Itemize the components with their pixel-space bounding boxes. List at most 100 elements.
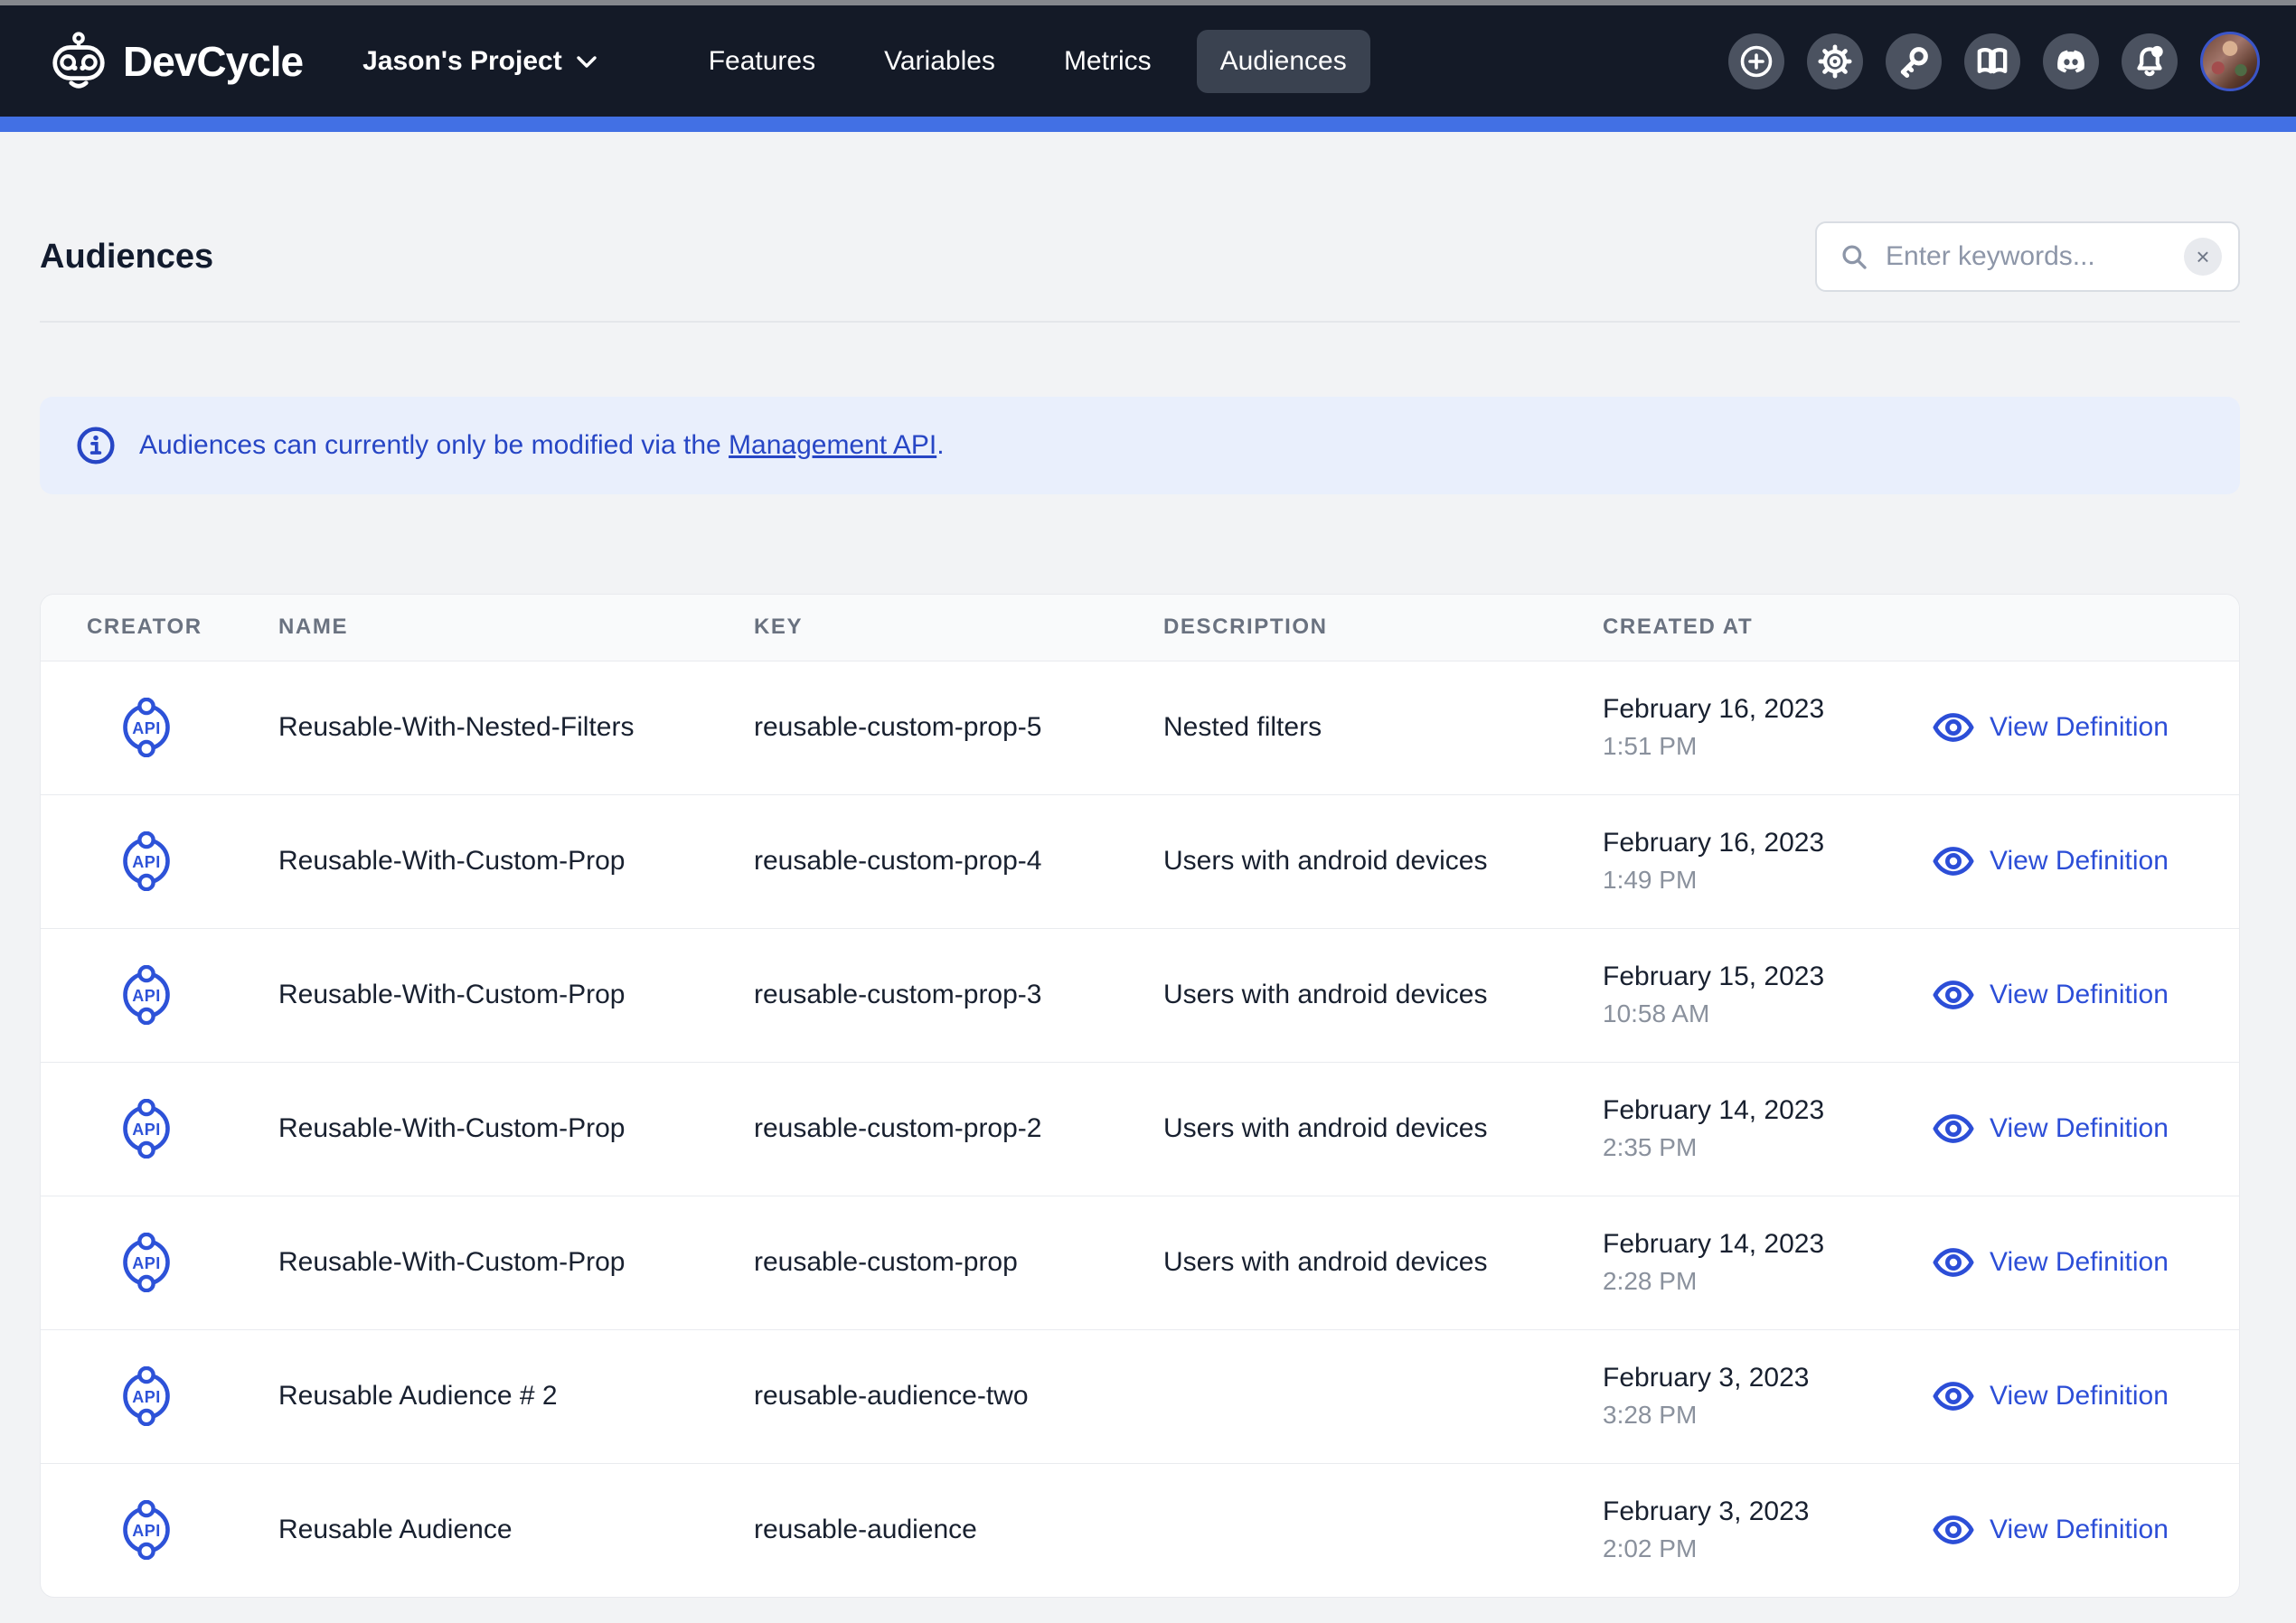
view-definition-button[interactable]: View Definition: [1894, 1113, 2240, 1144]
creator-cell: API: [41, 1062, 278, 1196]
created-time: 2:35 PM: [1603, 1133, 1894, 1162]
info-icon: [76, 426, 116, 465]
column-header-description: DESCRIPTION: [1163, 595, 1603, 661]
tab-features[interactable]: Features: [685, 30, 839, 93]
api-keys-button[interactable]: [1886, 33, 1942, 89]
search-box: ×: [1815, 221, 2240, 292]
view-definition-label: View Definition: [1990, 1515, 2169, 1545]
top-navbar: DevCycle Jason's Project Features Variab…: [0, 5, 2296, 117]
table-row: API Reusable-With-Custom-Prop reusable-c…: [41, 1062, 2240, 1196]
notifications-button[interactable]: [2122, 33, 2178, 89]
api-creator-icon: API: [117, 965, 176, 1025]
svg-text:API: API: [132, 1388, 161, 1406]
view-definition-button[interactable]: View Definition: [1894, 980, 2240, 1010]
table-row: API Reusable-With-Custom-Prop reusable-c…: [41, 1196, 2240, 1329]
view-definition-button[interactable]: View Definition: [1894, 846, 2240, 877]
eye-icon: [1933, 980, 1974, 1009]
view-definition-button[interactable]: View Definition: [1894, 1515, 2240, 1545]
view-definition-label: View Definition: [1990, 712, 2169, 743]
user-avatar[interactable]: [2200, 32, 2260, 91]
created-date: February 14, 2023: [1603, 1229, 1894, 1260]
audience-description: Nested filters: [1163, 661, 1603, 794]
api-creator-icon: API: [117, 1233, 176, 1292]
devcycle-logo[interactable]: DevCycle: [51, 32, 303, 91]
audience-name: Reusable Audience # 2: [278, 1329, 754, 1463]
clear-icon: ×: [2196, 243, 2209, 271]
creator-cell: API: [41, 1196, 278, 1329]
creator-cell: API: [41, 661, 278, 794]
api-creator-icon: API: [117, 831, 176, 891]
info-banner: Audiences can currently only be modified…: [40, 397, 2240, 494]
audience-description: Users with android devices: [1163, 928, 1603, 1062]
primary-nav: Features Variables Metrics Audiences: [685, 30, 1370, 93]
title-divider: [40, 321, 2240, 323]
created-date: February 16, 2023: [1603, 694, 1894, 725]
docs-button[interactable]: [1964, 33, 2020, 89]
eye-icon: [1933, 1382, 1974, 1411]
view-definition-label: View Definition: [1990, 1381, 2169, 1412]
tab-variables[interactable]: Variables: [861, 30, 1019, 93]
actions-cell: View Definition: [1894, 1463, 2240, 1597]
chevron-down-icon: [575, 53, 598, 70]
created-time: 1:51 PM: [1603, 732, 1894, 761]
discord-button[interactable]: [2043, 33, 2099, 89]
creator-cell: API: [41, 1463, 278, 1597]
view-definition-button[interactable]: View Definition: [1894, 1247, 2240, 1278]
column-header-name: NAME: [278, 595, 754, 661]
project-selector[interactable]: Jason's Project: [362, 46, 598, 77]
created-date: February 3, 2023: [1603, 1363, 1894, 1393]
add-button[interactable]: [1728, 33, 1784, 89]
audience-name: Reusable-With-Custom-Prop: [278, 928, 754, 1062]
created-date: February 14, 2023: [1603, 1095, 1894, 1126]
eye-icon: [1933, 1248, 1974, 1277]
view-definition-label: View Definition: [1990, 1113, 2169, 1144]
view-definition-button[interactable]: View Definition: [1894, 712, 2240, 743]
svg-text:API: API: [132, 1522, 161, 1540]
docs-book-icon: [1974, 43, 2010, 80]
management-api-link[interactable]: Management API: [729, 430, 936, 460]
search-icon: [1839, 241, 1869, 272]
audience-key: reusable-custom-prop-4: [754, 794, 1163, 928]
created-date: February 15, 2023: [1603, 962, 1894, 992]
devcycle-wordmark: DevCycle: [123, 37, 303, 86]
banner-text: Audiences can currently only be modified…: [139, 430, 945, 461]
discord-icon: [2052, 42, 2090, 80]
view-definition-button[interactable]: View Definition: [1894, 1381, 2240, 1412]
svg-text:API: API: [132, 987, 161, 1005]
audience-name: Reusable-With-Custom-Prop: [278, 1196, 754, 1329]
eye-icon: [1933, 1515, 1974, 1544]
table-header-row: CREATOR NAME KEY DESCRIPTION CREATED AT: [41, 595, 2240, 661]
audience-name: Reusable-With-Custom-Prop: [278, 1062, 754, 1196]
actions-cell: View Definition: [1894, 1196, 2240, 1329]
audience-description: [1163, 1329, 1603, 1463]
audience-description: Users with android devices: [1163, 794, 1603, 928]
column-header-key: KEY: [754, 595, 1163, 661]
actions-cell: View Definition: [1894, 1329, 2240, 1463]
project-selector-label: Jason's Project: [362, 46, 562, 77]
notifications-bell-icon: [2131, 42, 2169, 80]
column-header-created-at: CREATED AT: [1603, 595, 1894, 661]
column-header-actions: [1894, 595, 2240, 661]
actions-cell: View Definition: [1894, 661, 2240, 794]
add-icon: [1738, 43, 1774, 80]
api-creator-icon: API: [117, 1500, 176, 1560]
page-title: Audiences: [40, 238, 213, 277]
api-key-icon: [1896, 43, 1932, 80]
search-clear-button[interactable]: ×: [2184, 238, 2222, 276]
creator-cell: API: [41, 1329, 278, 1463]
audience-key: reusable-custom-prop-2: [754, 1062, 1163, 1196]
audience-name: Reusable-With-Custom-Prop: [278, 794, 754, 928]
audience-description: Users with android devices: [1163, 1062, 1603, 1196]
created-at-cell: February 16, 2023 1:49 PM: [1603, 794, 1894, 928]
settings-button[interactable]: [1807, 33, 1863, 89]
audience-key: reusable-custom-prop-5: [754, 661, 1163, 794]
tab-audiences[interactable]: Audiences: [1197, 30, 1370, 93]
created-at-cell: February 14, 2023 2:35 PM: [1603, 1062, 1894, 1196]
devcycle-robot-icon: [51, 32, 107, 91]
created-at-cell: February 3, 2023 2:02 PM: [1603, 1463, 1894, 1597]
tab-metrics[interactable]: Metrics: [1040, 30, 1175, 93]
view-definition-label: View Definition: [1990, 846, 2169, 877]
created-date: February 3, 2023: [1603, 1496, 1894, 1527]
created-at-cell: February 14, 2023 2:28 PM: [1603, 1196, 1894, 1329]
search-input[interactable]: [1886, 241, 2184, 272]
